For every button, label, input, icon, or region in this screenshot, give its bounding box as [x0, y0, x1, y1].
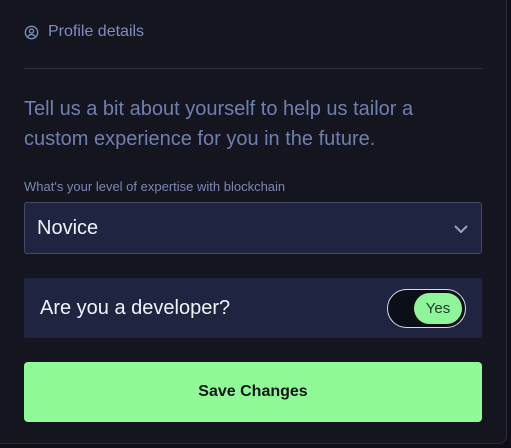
developer-row: Are you a developer? Yes [24, 278, 482, 338]
intro-text: Tell us a bit about yourself to help us … [24, 98, 414, 150]
save-changes-button[interactable]: Save Changes [24, 362, 482, 422]
developer-toggle[interactable]: Yes [387, 289, 466, 328]
profile-settings-panel: Profile details Tell us a bit about your… [0, 0, 507, 444]
section-title: Profile details [48, 23, 145, 40]
expertise-label: What's your level of expertise with bloc… [24, 179, 286, 194]
toggle-thumb: Yes [414, 293, 462, 324]
developer-question: Are you a developer? [40, 296, 231, 319]
section-header: Profile details [24, 22, 144, 42]
expertise-select[interactable]: Novice [24, 202, 482, 254]
chevron-down-icon [454, 225, 468, 233]
user-circle-icon [24, 25, 39, 39]
toggle-label: Yes [425, 300, 451, 317]
expertise-selected-value: Novice [37, 216, 99, 239]
divider [24, 68, 482, 69]
